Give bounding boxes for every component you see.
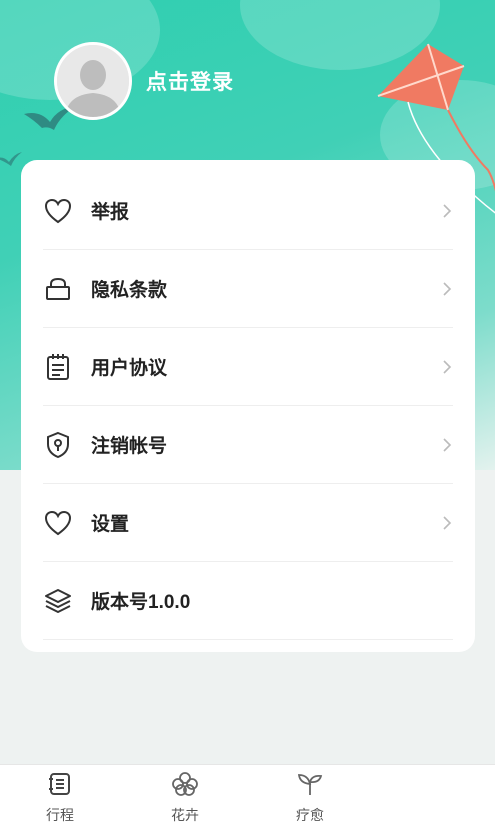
- profile-section[interactable]: 点击登录: [54, 42, 234, 120]
- lock-icon: [43, 274, 73, 304]
- shield-key-icon: [43, 430, 73, 460]
- tab-healing[interactable]: 疗愈: [280, 771, 340, 825]
- sprout-icon: [297, 774, 323, 795]
- tab-label: 疗愈: [296, 807, 324, 823]
- itinerary-icon: [49, 773, 70, 795]
- menu-item-label: 用户协议: [91, 358, 168, 379]
- layers-icon: [43, 586, 73, 616]
- chevron-right-icon: [443, 203, 452, 218]
- menu-item-report[interactable]: 举报: [43, 172, 453, 250]
- chevron-right-icon: [443, 281, 452, 296]
- heart-icon: [43, 508, 73, 538]
- swallow-icon: [0, 152, 22, 166]
- menu-item-version: 版本号1.0.0: [43, 562, 453, 640]
- menu-item-user-agreement[interactable]: 用户协议: [43, 328, 453, 406]
- flower-icon: [172, 772, 198, 796]
- tab-flowers[interactable]: 花卉: [155, 771, 215, 825]
- menu-card: 举报 隐私条款 用户协议 注销帐号 设置 版本号1.0.0: [21, 160, 475, 652]
- menu-item-label: 注销帐号: [91, 436, 168, 457]
- menu-item-label: 隐私条款: [91, 280, 168, 301]
- menu-item-label: 举报: [91, 202, 130, 223]
- chevron-right-icon: [443, 359, 452, 374]
- tab-itinerary[interactable]: 行程: [30, 771, 90, 825]
- default-user-icon: [57, 45, 129, 117]
- heart-icon: [43, 196, 73, 226]
- tab-label: 行程: [46, 807, 74, 823]
- version-label: 版本号1.0.0: [91, 592, 191, 613]
- notepad-icon: [43, 352, 73, 382]
- menu-item-privacy-policy[interactable]: 隐私条款: [43, 250, 453, 328]
- menu-item-delete-account[interactable]: 注销帐号: [43, 406, 453, 484]
- chevron-right-icon: [443, 437, 452, 452]
- bottom-tab-bar: 行程 花卉 疗愈: [0, 764, 495, 830]
- menu-item-settings[interactable]: 设置: [43, 484, 453, 562]
- tab-label: 花卉: [171, 807, 199, 823]
- avatar[interactable]: [54, 42, 132, 120]
- chevron-right-icon: [443, 515, 452, 530]
- login-link[interactable]: 点击登录: [146, 66, 234, 96]
- menu-item-label: 设置: [91, 514, 130, 535]
